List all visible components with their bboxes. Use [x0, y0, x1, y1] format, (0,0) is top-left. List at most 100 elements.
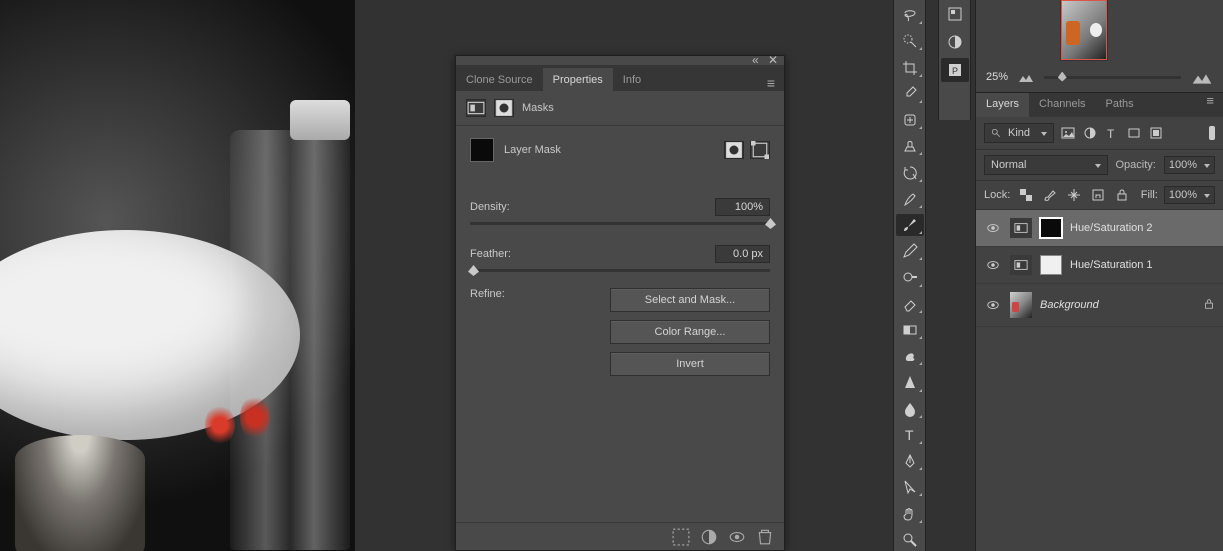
masks-view-icon[interactable]	[494, 99, 514, 117]
tab-layers[interactable]: Layers	[976, 93, 1029, 117]
layer-list: Hue/Saturation 2 Hue/Saturation 1 Backgr…	[976, 210, 1223, 327]
history-panel-icon[interactable]	[941, 2, 969, 26]
select-and-mask-button[interactable]: Select and Mask...	[610, 288, 770, 312]
path-selection-tool-icon[interactable]	[896, 476, 924, 498]
paint-bucket-tool-icon[interactable]	[896, 188, 924, 210]
layer-hue-saturation-1[interactable]: Hue/Saturation 1	[976, 247, 1223, 284]
clone-stamp-tool-icon[interactable]	[896, 135, 924, 157]
visibility-toggle-icon[interactable]	[984, 296, 1002, 314]
visibility-toggle-icon[interactable]	[984, 256, 1002, 274]
filter-type-icon[interactable]: T	[1104, 125, 1120, 141]
tab-info[interactable]: Info	[613, 68, 651, 91]
lock-label: Lock:	[984, 189, 1010, 201]
filter-smartobject-icon[interactable]	[1148, 125, 1164, 141]
panel-close-icon[interactable]: ✕	[768, 56, 778, 66]
load-selection-icon[interactable]	[672, 528, 690, 546]
feather-value[interactable]: 0.0 px	[715, 245, 770, 263]
lock-icon[interactable]	[1203, 298, 1215, 313]
tab-clone-source[interactable]: Clone Source	[456, 68, 543, 91]
lock-all-icon[interactable]	[1114, 187, 1130, 203]
layer-mask-thumbnail[interactable]	[470, 138, 494, 162]
filter-pixel-icon[interactable]	[1060, 125, 1076, 141]
fill-input[interactable]: 100%	[1164, 186, 1215, 204]
zoom-tool-icon[interactable]	[896, 529, 924, 551]
navigator-thumbnail[interactable]	[1061, 0, 1107, 60]
density-slider[interactable]	[470, 222, 770, 225]
properties-panel-icon[interactable]: P	[941, 58, 969, 82]
color-range-button[interactable]: Color Range...	[610, 320, 770, 344]
density-label: Density:	[470, 201, 510, 213]
mask-kind-label: Layer Mask	[504, 144, 561, 156]
zoom-in-icon[interactable]	[1191, 69, 1213, 85]
blur-tool-icon[interactable]	[896, 398, 924, 420]
pen-tool-icon[interactable]	[896, 450, 924, 472]
mask-row: Layer Mask	[456, 126, 784, 174]
invert-button[interactable]: Invert	[610, 352, 770, 376]
gradient-tool-icon[interactable]	[896, 319, 924, 341]
eyedropper-tool-icon[interactable]	[896, 83, 924, 105]
disable-mask-icon[interactable]	[728, 528, 746, 546]
navigator-panel: 25%	[975, 0, 1223, 92]
lock-pixels-icon[interactable]	[1042, 187, 1058, 203]
apply-mask-icon[interactable]	[700, 528, 718, 546]
tab-channels[interactable]: Channels	[1029, 93, 1095, 117]
lock-position-icon[interactable]	[1066, 187, 1082, 203]
filter-adjustment-icon[interactable]	[1082, 125, 1098, 141]
brush-tool-icon[interactable]	[896, 214, 924, 236]
filter-shape-icon[interactable]	[1126, 125, 1142, 141]
slider-thumb-icon[interactable]	[765, 218, 776, 229]
blend-mode-select[interactable]: Normal	[984, 155, 1108, 175]
layer-mask-thumbnail[interactable]	[1040, 255, 1062, 275]
adjustment-presets-icon[interactable]	[466, 99, 486, 117]
sharpen-tool-icon[interactable]	[896, 371, 924, 393]
svg-text:P: P	[952, 66, 958, 76]
layer-name[interactable]: Background	[1040, 299, 1195, 311]
history-brush-tool-icon[interactable]	[896, 161, 924, 183]
zoom-out-icon[interactable]	[1018, 71, 1034, 83]
adjustments-panel-icon[interactable]	[941, 30, 969, 54]
zoom-slider[interactable]	[1044, 76, 1181, 79]
layer-name[interactable]: Hue/Saturation 2	[1070, 222, 1215, 234]
lock-artboard-icon[interactable]	[1090, 187, 1106, 203]
layer-name[interactable]: Hue/Saturation 1	[1070, 259, 1215, 271]
layer-background[interactable]: Background	[976, 284, 1223, 327]
pencil-tool-icon[interactable]	[896, 240, 924, 262]
layer-thumbnail[interactable]	[1010, 292, 1032, 318]
filter-kind-select[interactable]: Kind	[984, 123, 1054, 143]
eraser-tool-icon[interactable]	[896, 293, 924, 315]
panel-collapse-icon[interactable]: «	[752, 56, 762, 66]
slider-thumb-icon[interactable]	[1058, 72, 1067, 82]
zoom-value[interactable]: 25%	[986, 71, 1008, 83]
opacity-value: 100%	[1169, 159, 1197, 171]
layer-hue-saturation-2[interactable]: Hue/Saturation 2	[976, 210, 1223, 247]
panel-menu-icon[interactable]: ≡	[1198, 93, 1223, 117]
document-canvas[interactable]	[0, 0, 355, 551]
panel-menu-icon[interactable]: ≡	[759, 75, 784, 91]
type-tool-icon[interactable]: T	[896, 424, 924, 446]
quick-selection-tool-icon[interactable]	[896, 30, 924, 52]
tab-paths[interactable]: Paths	[1096, 93, 1144, 117]
panel-footer	[456, 522, 784, 550]
refine-label: Refine:	[470, 288, 505, 300]
trash-icon[interactable]	[756, 528, 774, 546]
tab-properties[interactable]: Properties	[543, 68, 613, 91]
smudge-tool-icon[interactable]	[896, 345, 924, 367]
lock-transparency-icon[interactable]	[1018, 187, 1034, 203]
filter-toggle[interactable]	[1209, 126, 1215, 140]
lasso-tool-icon[interactable]	[896, 4, 924, 26]
blend-mode-value: Normal	[991, 159, 1026, 171]
opacity-input[interactable]: 100%	[1164, 156, 1215, 174]
hand-tool-icon[interactable]	[896, 502, 924, 524]
feather-slider[interactable]	[470, 269, 770, 272]
slider-thumb-icon[interactable]	[468, 265, 479, 276]
layer-mask-thumbnail[interactable]	[1040, 218, 1062, 238]
layer-filter-row: Kind T	[976, 117, 1223, 150]
density-value[interactable]: 100%	[715, 198, 770, 216]
healing-brush-tool-icon[interactable]	[896, 109, 924, 131]
vector-mask-icon[interactable]	[750, 141, 770, 159]
layers-panel: Layers Channels Paths ≡ Kind T Normal Op…	[975, 92, 1223, 551]
visibility-toggle-icon[interactable]	[984, 219, 1002, 237]
pixel-mask-icon[interactable]	[724, 141, 744, 159]
crop-tool-icon[interactable]	[896, 56, 924, 78]
dodge-tool-icon[interactable]	[896, 266, 924, 288]
